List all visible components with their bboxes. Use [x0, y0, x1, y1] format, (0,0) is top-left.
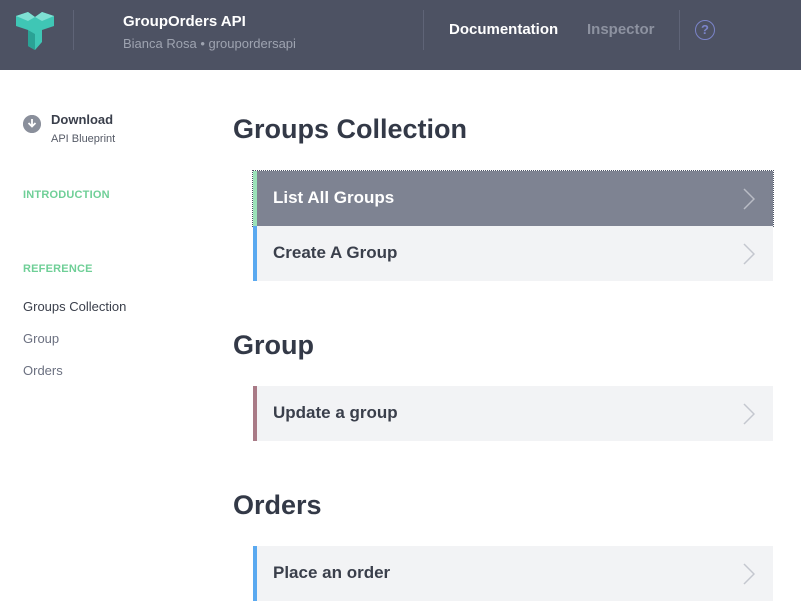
- header-divider: [423, 10, 424, 50]
- action-update-a-group[interactable]: Update a group: [253, 386, 773, 441]
- apiary-logo-icon[interactable]: [16, 12, 54, 50]
- section-title-groups-collection: Groups Collection: [233, 114, 468, 144]
- download-subtitle[interactable]: API Blueprint: [51, 133, 115, 145]
- chevron-right-icon: [743, 403, 755, 425]
- chevron-right-icon: [743, 188, 755, 210]
- chevron-right-icon: [743, 563, 755, 585]
- header-divider: [73, 10, 74, 50]
- action-create-a-group[interactable]: Create A Group: [253, 226, 773, 281]
- app-subtitle: Bianca Rosa • groupordersapi: [123, 36, 296, 51]
- section-title-group: Group: [233, 330, 314, 360]
- action-label: Create A Group: [273, 243, 398, 262]
- action-label: List All Groups: [273, 188, 395, 207]
- nav-inspector[interactable]: Inspector: [587, 21, 655, 38]
- sidebar-introduction-heading[interactable]: INTRODUCTION: [23, 189, 110, 201]
- download-link[interactable]: Download: [51, 112, 113, 127]
- action-place-an-order[interactable]: Place an order: [253, 546, 773, 601]
- sidebar-reference-heading: REFERENCE: [23, 263, 93, 275]
- app-title[interactable]: GroupOrders API: [123, 13, 246, 30]
- help-circle-icon[interactable]: ?: [695, 20, 715, 40]
- download-icon[interactable]: [23, 115, 41, 133]
- nav-documentation[interactable]: Documentation: [449, 21, 558, 38]
- header-divider: [679, 10, 680, 50]
- top-header: GroupOrders API Bianca Rosa • grouporder…: [0, 0, 801, 70]
- sidebar-item-group[interactable]: Group: [23, 331, 59, 346]
- sidebar-item-groups-collection[interactable]: Groups Collection: [23, 299, 126, 314]
- sidebar-item-orders[interactable]: Orders: [23, 363, 63, 378]
- action-label: Place an order: [273, 563, 391, 582]
- chevron-right-icon: [743, 243, 755, 265]
- action-label: Update a group: [273, 403, 398, 422]
- section-title-orders: Orders: [233, 490, 322, 520]
- action-list-all-groups[interactable]: List All Groups: [252, 170, 774, 227]
